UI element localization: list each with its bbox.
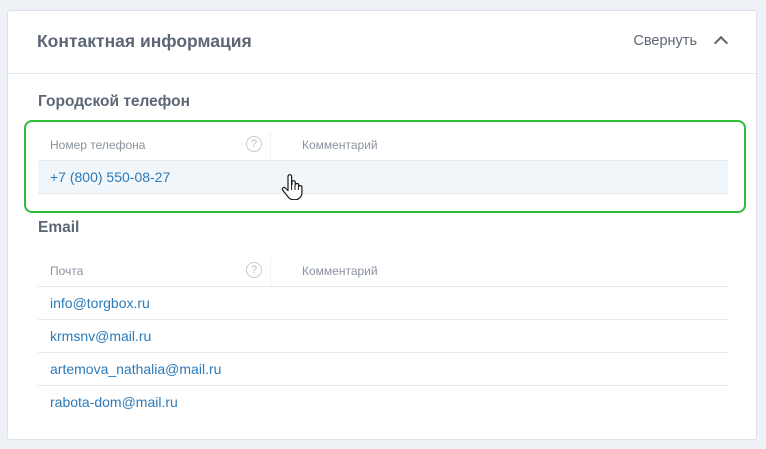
card-title: Контактная информация	[37, 31, 252, 51]
help-icon[interactable]: ?	[246, 136, 262, 152]
collapse-button[interactable]: Свернуть	[633, 33, 729, 51]
email-link[interactable]: rabota-dom@mail.ru	[50, 394, 178, 410]
column-header-phone-number: Номер телефона	[50, 138, 146, 152]
column-header-email: Почта	[50, 264, 84, 278]
help-icon[interactable]: ?	[246, 262, 262, 278]
table-row: artemova_nathalia@mail.ru	[38, 353, 728, 386]
email-link[interactable]: info@torgbox.ru	[50, 295, 150, 311]
chevron-up-icon	[713, 35, 729, 51]
table-row: info@torgbox.ru	[38, 287, 728, 320]
email-table-header: Почта ? Комментарий	[38, 258, 728, 287]
phone-section-title: Городской телефон	[38, 93, 190, 110]
card-header: Контактная информация Свернуть	[8, 11, 756, 74]
phone-table-header: Номер телефона ? Комментарий	[38, 132, 728, 161]
phone-table: Номер телефона ? Комментарий +7 (800) 55…	[38, 132, 728, 194]
email-link[interactable]: artemova_nathalia@mail.ru	[50, 361, 221, 377]
hand-pointer-cursor-icon	[281, 174, 303, 200]
phone-number-link[interactable]: +7 (800) 550-08-27	[50, 169, 170, 185]
email-section-title: Email	[38, 219, 80, 236]
table-row: rabota-dom@mail.ru	[38, 386, 728, 418]
contact-info-card: Контактная информация Свернуть Городской…	[7, 10, 757, 440]
column-header-comment: Комментарий	[302, 264, 378, 278]
column-header-comment: Комментарий	[302, 138, 378, 152]
table-row: krmsnv@mail.ru	[38, 320, 728, 353]
email-table: Почта ? Комментарий info@torgbox.ru krms…	[38, 258, 728, 418]
email-link[interactable]: krmsnv@mail.ru	[50, 328, 151, 344]
table-row[interactable]: +7 (800) 550-08-27	[38, 161, 728, 194]
column-divider	[270, 132, 271, 160]
collapse-label: Свернуть	[633, 33, 697, 49]
column-divider	[270, 258, 271, 286]
